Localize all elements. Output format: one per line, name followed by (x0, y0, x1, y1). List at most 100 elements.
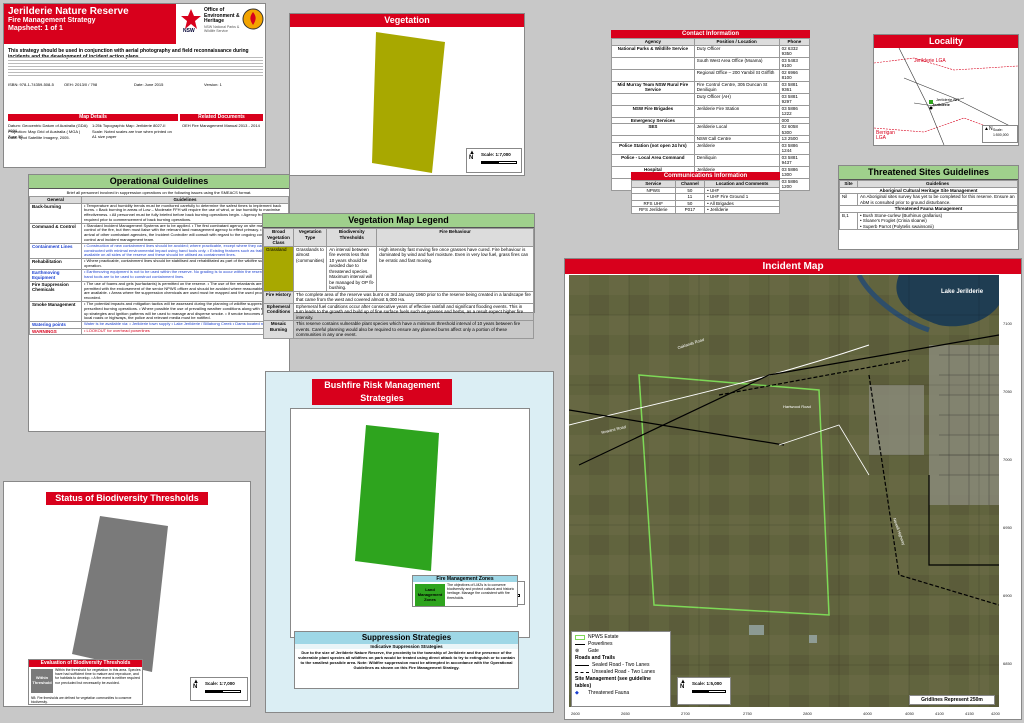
biodiversity-title: Status of Biodiversity Thresholds (46, 492, 208, 505)
biodiversity-scale-text: Scale: 1:7,000 (205, 681, 235, 686)
contact-agency (611, 56, 695, 70)
fire-emblem (242, 8, 264, 30)
grid-label: 4200 (991, 711, 1000, 716)
locality-title: Locality (874, 35, 1018, 48)
contact-phone: 03 5881 9297 (778, 92, 811, 106)
operational-topic: Command & Control (29, 222, 82, 244)
veg-col-thresholds: Biodiversity Thresholds (326, 228, 378, 247)
powerline-icon (575, 644, 585, 645)
legend-site-heading: Site Management (see guideline tables) (575, 676, 651, 689)
mapsheet-label: Mapsheet: 1 of 1 (8, 25, 63, 32)
operational-row: Smoke Management • The potential impacts … (29, 301, 289, 323)
operational-row: Rehabilitation • Where practicable, conta… (29, 258, 289, 270)
incident-scale-text: Scale: 1:5,000 (692, 681, 722, 686)
operational-row: Command & Control • Standard Incident Man… (29, 222, 289, 244)
threatened-site-nil: Nil (839, 193, 858, 206)
contact-position: Jerilderie Local (693, 123, 780, 136)
north-arrow-icon: ▲N (469, 150, 475, 161)
contact-phone: 03 5886 1244 (778, 141, 811, 155)
agency-name: Office of Environment & Heritage NSW Nat… (204, 7, 240, 32)
vegetation-scale: ▲ N Scale: 1:7,000 (466, 148, 522, 173)
grid-label: 6900 (1003, 593, 1012, 598)
contact-table-body: National Parks & Wildlife Service Duty Of… (611, 44, 811, 191)
contact-agency: National Parks & Wildlife Service (611, 44, 695, 58)
locality-lga-label: Jerilderie LGA (914, 58, 946, 64)
contact-row: SES Jerilderie Local 02 6058 5300 (611, 123, 811, 136)
veg-thresholds: An interval between fire events less tha… (326, 245, 378, 292)
title-block: Jerilderie Nature Reserve Fire Managemen… (3, 3, 266, 168)
legend-sealed: Sealed Road - Two Lanes (575, 662, 667, 669)
date-text: Date: June 2015 (134, 82, 164, 87)
incident-legend: NPWS Estate Powerlines ⊗ Gate Roads and T… (571, 631, 671, 707)
veg-col-behaviour: Fire Behaviour (376, 228, 534, 247)
contact-phone: 03 5483 9100 (778, 56, 811, 70)
legend-powerlines: Powerlines (575, 641, 667, 648)
legend-gate-label: Gate (588, 648, 599, 654)
operational-topic: Smoke Management (29, 301, 82, 323)
legend-unsealed: Unsealed Road - Two Lanes (575, 669, 667, 676)
incident-panel: Incident Map Lake Jerilderie Rowans Road… (564, 258, 1022, 720)
contact-agency: Mid Murray Team NSW Rural Fire Service (611, 80, 695, 94)
veg-class-grassland: Grassland (263, 245, 294, 292)
contact-title: Contact Information (611, 30, 810, 38)
fire-history-text: The complete area of the reserve was bur… (293, 290, 534, 304)
contact-phone: 03 5886 1300 (778, 165, 811, 179)
suppression-title: Suppression Strategies (295, 632, 518, 644)
contact-phone: 03 5886 1222 (778, 104, 811, 118)
contact-agency: SES (611, 123, 695, 136)
related-docs-header: Related Documents (180, 114, 263, 121)
veg-col-class: Broad Vegetation Class (263, 228, 294, 247)
contact-phone: 02 6966 8100 (778, 68, 811, 82)
contact-agency (611, 68, 695, 82)
operational-guideline: • LOOKOUT for overhead powerlines (81, 327, 289, 336)
veg-type: Grasslands to almost (communities) (292, 245, 328, 292)
threatened-panel: Threatened Sites Guidelines Site Guidelin… (838, 165, 1019, 250)
road-label-hartwood: Hartwood Road (783, 404, 811, 409)
contact-agency (611, 92, 695, 106)
contact-agency: NSW Fire Brigades (611, 104, 695, 118)
grid-label: 4150 (965, 711, 974, 716)
comms-row: RFS Jerilderie P017 • Jerilderie (631, 206, 780, 214)
contact-phone: 02 6332 9350 (778, 44, 811, 58)
contact-row: Regional Office – 200 Yambil St Griffith… (611, 68, 811, 82)
operational-row: WARNINGS • LOOKOUT for overhead powerline… (29, 327, 289, 336)
gate-icon: ⊗ (575, 648, 580, 654)
vegetation-panel: Vegetation ▲ N Scale: 1:7,000 (289, 13, 525, 176)
scale-bar (692, 690, 726, 693)
threatened-table: Site Guidelines Aboriginal Cultural Herit… (839, 180, 1018, 230)
operational-guideline: • Where practicable, containment lines s… (81, 258, 289, 270)
contact-table: Agency Position / Location Phone Nationa… (611, 38, 811, 191)
operational-guideline: • Construction of new containment lines … (81, 242, 289, 260)
fire-zones-title: Fire Management Zones (413, 576, 517, 582)
operational-topic: WARNINGS (29, 327, 82, 336)
grid-label: 7000 (1003, 457, 1012, 462)
contact-position: Jerilderie Fire Station (693, 104, 780, 118)
operational-topic: Rehabilitation (29, 258, 82, 270)
grid-label: 2650 (621, 711, 630, 716)
grid-label: 6950 (1003, 525, 1012, 530)
fauna-icon: ◆ (575, 690, 579, 696)
unsealed-road-icon (575, 672, 589, 673)
comms-col-location: Location and Comments (704, 180, 780, 188)
legend-gate: ⊗ Gate (575, 648, 667, 655)
grid-label: 6850 (1003, 661, 1012, 666)
lmz-description: The objectives of LMZs is to conserve bi… (447, 583, 515, 600)
biodiversity-panel: Status of Biodiversity Thresholds ▲ N Sca… (3, 481, 251, 707)
mosaic-text: This reserve contains vulnerable plant s… (293, 320, 534, 339)
legend-site-head: Site Management (see guideline tables) (575, 676, 667, 690)
legend-fauna: ◆ Threatened Fauna (575, 690, 667, 697)
operational-topic: Fire Suppression Chemicals (29, 280, 82, 303)
contact-agency: Police Station (not open 24 hrs) (611, 141, 695, 155)
grid-label: 2800 (803, 711, 812, 716)
threatened-fauna-list: • Bush Stone-curlew (Burhinus grallarius… (857, 211, 1018, 230)
operational-row: Containment Lines • Construction of new c… (29, 242, 289, 260)
operational-topic: Back-burning (29, 202, 82, 224)
north-arrow-icon: ▲N (984, 126, 993, 132)
comms-channel: P017 (674, 206, 706, 214)
grid-label: 2600 (571, 711, 580, 716)
contact-phone: 02 6058 5300 (778, 123, 811, 136)
lake-label: Lake Jerilderie (941, 289, 984, 295)
operational-guideline: • The use of foams and gels (surfactants… (81, 280, 289, 303)
grid-label: 7050 (1003, 389, 1012, 394)
vegetation-scale-text: Scale: 1:7,000 (481, 152, 511, 157)
